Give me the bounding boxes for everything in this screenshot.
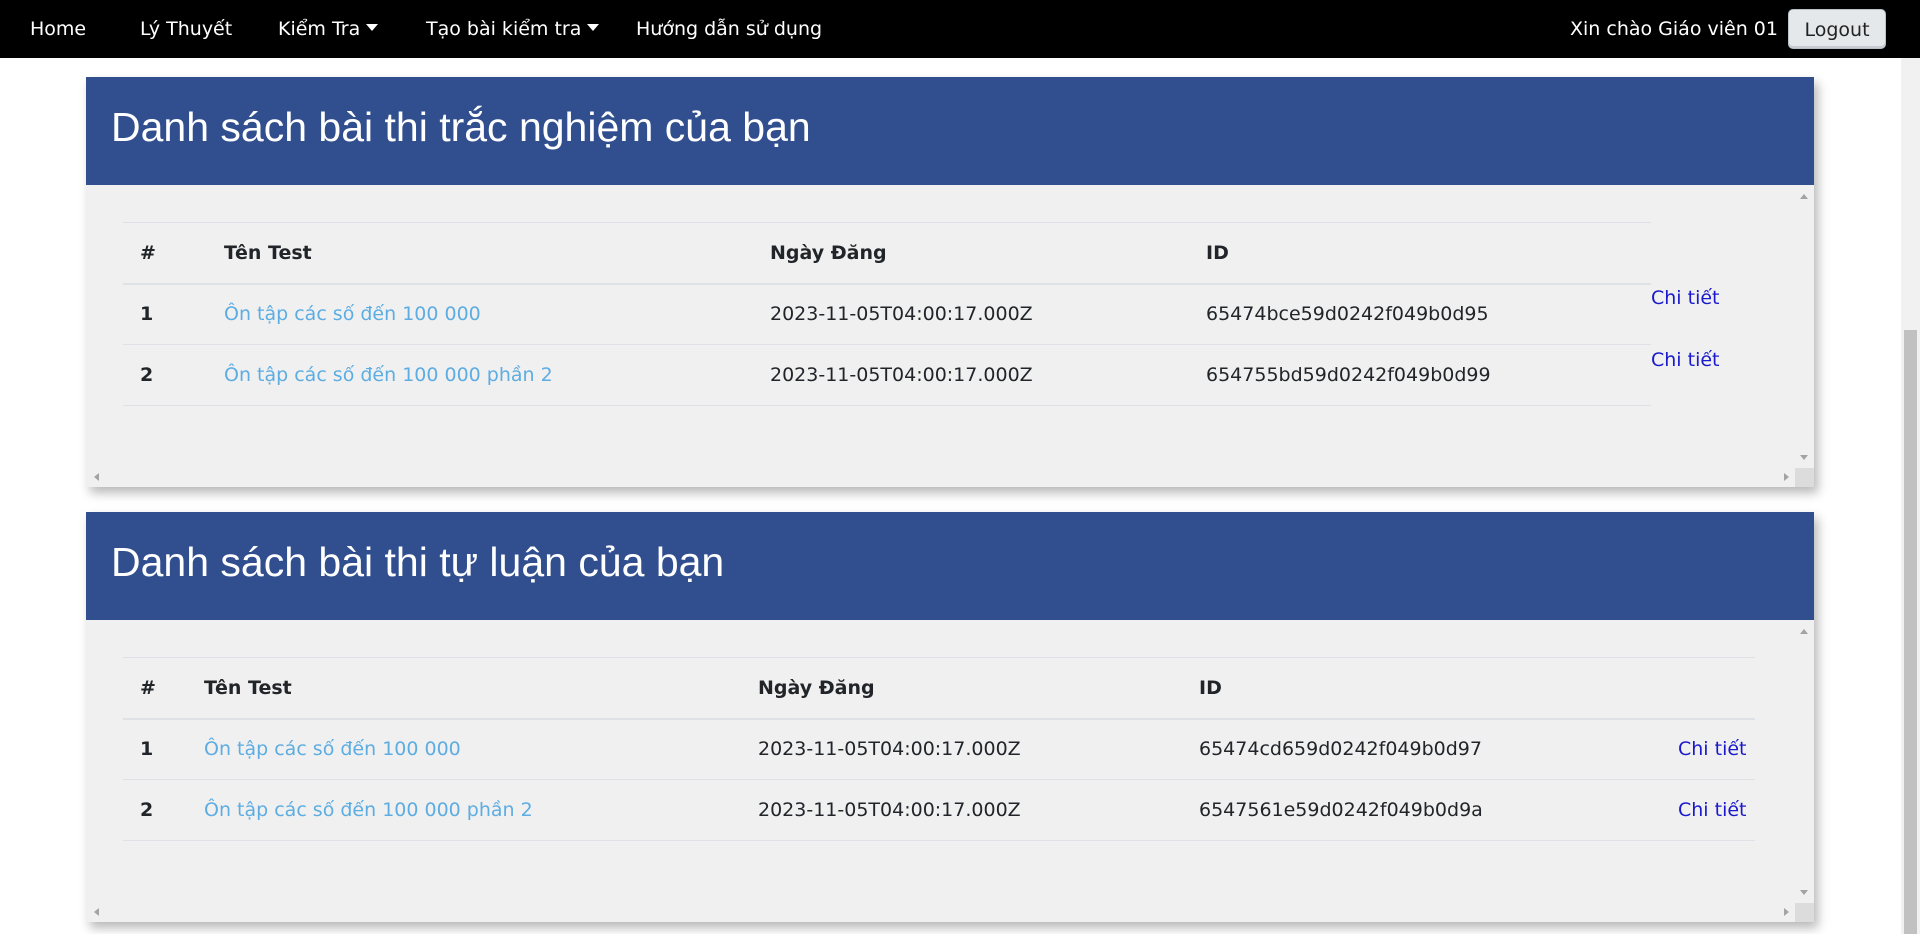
user-greeting: Xin chào Giáo viên 01 bbox=[1570, 18, 1778, 40]
test-id-cell: 654755bd59d0242f049b0d99 bbox=[1189, 344, 1651, 406]
table-header-row: # Tên Test Ngày Đăng ID bbox=[123, 657, 1755, 720]
essay-section-title: Danh sách bài thi tự luận của bạn bbox=[86, 512, 1814, 620]
page-scrollbar[interactable] bbox=[1901, 0, 1920, 934]
nav-tao-bai-kiem-tra-dropdown[interactable]: Tạo bài kiểm tra bbox=[426, 0, 600, 58]
horizontal-scrollbar[interactable] bbox=[86, 468, 1795, 487]
test-name-link[interactable]: Ôn tập các số đến 100 000 phần 2 bbox=[224, 364, 553, 386]
test-date-cell: 2023-11-05T04:00:17.000Z bbox=[753, 283, 1189, 345]
scroll-right-arrow-icon[interactable] bbox=[1784, 473, 1789, 481]
detail-link[interactable]: Chi tiết bbox=[1651, 287, 1720, 309]
caret-down-icon bbox=[366, 24, 379, 31]
table-row: 2 Ôn tập các số đến 100 000 phần 2 2023-… bbox=[123, 779, 1755, 841]
row-index: 1 bbox=[123, 283, 207, 345]
scroll-up-arrow-icon[interactable] bbox=[1800, 194, 1808, 199]
col-name-header: Tên Test bbox=[207, 222, 753, 285]
row-index: 2 bbox=[123, 344, 207, 406]
mcq-section-title: Danh sách bài thi trắc nghiệm của bạn bbox=[86, 77, 1814, 185]
col-date-header: Ngày Đăng bbox=[741, 657, 1182, 720]
detail-cell: Chi tiết bbox=[1661, 718, 1755, 780]
detail-link[interactable]: Chi tiết bbox=[1651, 349, 1720, 371]
nav-huong-dan-label: Hướng dẫn sử dụng bbox=[636, 18, 823, 40]
vertical-scrollbar[interactable] bbox=[1795, 620, 1814, 903]
col-index-header: # bbox=[123, 657, 187, 720]
nav-ly-thuyet-label: Lý Thuyết bbox=[140, 18, 233, 40]
caret-down-icon bbox=[587, 24, 600, 31]
scroll-left-arrow-icon[interactable] bbox=[94, 473, 99, 481]
scroll-up-arrow-icon[interactable] bbox=[1800, 629, 1808, 634]
table-row: 1 Ôn tập các số đến 100 000 2023-11-05T0… bbox=[123, 283, 1651, 345]
col-index-header: # bbox=[123, 222, 207, 285]
test-date-cell: 2023-11-05T04:00:17.000Z bbox=[753, 344, 1189, 406]
test-name-link[interactable]: Ôn tập các số đến 100 000 bbox=[204, 738, 461, 760]
detail-cell: Chi tiết bbox=[1661, 779, 1755, 841]
test-name-cell: Ôn tập các số đến 100 000 phần 2 bbox=[187, 779, 741, 841]
table-row: 2 Ôn tập các số đến 100 000 phần 2 2023-… bbox=[123, 344, 1651, 406]
scroll-down-arrow-icon[interactable] bbox=[1800, 455, 1808, 460]
test-id-cell: 6547561e59d0242f049b0d9a bbox=[1182, 779, 1661, 841]
top-navbar: Home Lý Thuyết Kiểm Tra Tạo bài kiểm tra… bbox=[0, 0, 1920, 58]
essay-tests-table: # Tên Test Ngày Đăng ID 1 Ôn tập các số … bbox=[123, 657, 1755, 841]
nav-kiem-tra-label: Kiểm Tra bbox=[278, 18, 361, 40]
vertical-scrollbar[interactable] bbox=[1795, 185, 1814, 468]
nav-ly-thuyet[interactable]: Lý Thuyết bbox=[140, 0, 232, 58]
table-row: 1 Ôn tập các số đến 100 000 2023-11-05T0… bbox=[123, 718, 1755, 780]
table-header-row: # Tên Test Ngày Đăng ID bbox=[123, 222, 1651, 285]
scroll-down-arrow-icon[interactable] bbox=[1800, 890, 1808, 895]
test-name-link[interactable]: Ôn tập các số đến 100 000 phần 2 bbox=[204, 799, 533, 821]
mcq-tests-table: # Tên Test Ngày Đăng ID 1 Ôn tập các số … bbox=[123, 222, 1651, 406]
page-scroll-thumb[interactable] bbox=[1904, 330, 1917, 934]
row-index: 1 bbox=[123, 718, 187, 780]
nav-home-label: Home bbox=[30, 18, 87, 40]
scroll-right-arrow-icon[interactable] bbox=[1784, 908, 1789, 916]
test-name-cell: Ôn tập các số đến 100 000 bbox=[207, 283, 753, 345]
mcq-tests-card: Danh sách bài thi trắc nghiệm của bạn # … bbox=[86, 77, 1814, 487]
nav-home[interactable]: Home bbox=[30, 0, 86, 58]
row-index: 2 bbox=[123, 779, 187, 841]
mcq-table-scroll-area[interactable]: # Tên Test Ngày Đăng ID 1 Ôn tập các số … bbox=[86, 185, 1814, 487]
nav-tao-bai-kiem-tra-label: Tạo bài kiểm tra bbox=[426, 18, 582, 40]
test-date-cell: 2023-11-05T04:00:17.000Z bbox=[741, 718, 1182, 780]
col-action-header bbox=[1661, 657, 1755, 720]
col-id-header: ID bbox=[1189, 222, 1651, 285]
detail-link[interactable]: Chi tiết bbox=[1678, 738, 1747, 760]
test-id-cell: 65474bce59d0242f049b0d95 bbox=[1189, 283, 1651, 345]
scroll-corner bbox=[1795, 903, 1814, 922]
nav-huong-dan[interactable]: Hướng dẫn sử dụng bbox=[636, 0, 822, 58]
col-name-header: Tên Test bbox=[187, 657, 741, 720]
essay-tests-card: Danh sách bài thi tự luận của bạn # Tên … bbox=[86, 512, 1814, 922]
essay-table-scroll-area[interactable]: # Tên Test Ngày Đăng ID 1 Ôn tập các số … bbox=[86, 620, 1814, 922]
logout-button[interactable]: Logout bbox=[1788, 9, 1886, 49]
test-id-cell: 65474cd659d0242f049b0d97 bbox=[1182, 718, 1661, 780]
scroll-corner bbox=[1795, 468, 1814, 487]
col-id-header: ID bbox=[1182, 657, 1661, 720]
col-date-header: Ngày Đăng bbox=[753, 222, 1189, 285]
horizontal-scrollbar[interactable] bbox=[86, 903, 1795, 922]
test-name-cell: Ôn tập các số đến 100 000 phần 2 bbox=[207, 344, 753, 406]
test-name-link[interactable]: Ôn tập các số đến 100 000 bbox=[224, 303, 481, 325]
scroll-left-arrow-icon[interactable] bbox=[94, 908, 99, 916]
nav-kiem-tra-dropdown[interactable]: Kiểm Tra bbox=[278, 0, 379, 58]
test-date-cell: 2023-11-05T04:00:17.000Z bbox=[741, 779, 1182, 841]
detail-link[interactable]: Chi tiết bbox=[1678, 799, 1747, 821]
test-name-cell: Ôn tập các số đến 100 000 bbox=[187, 718, 741, 780]
